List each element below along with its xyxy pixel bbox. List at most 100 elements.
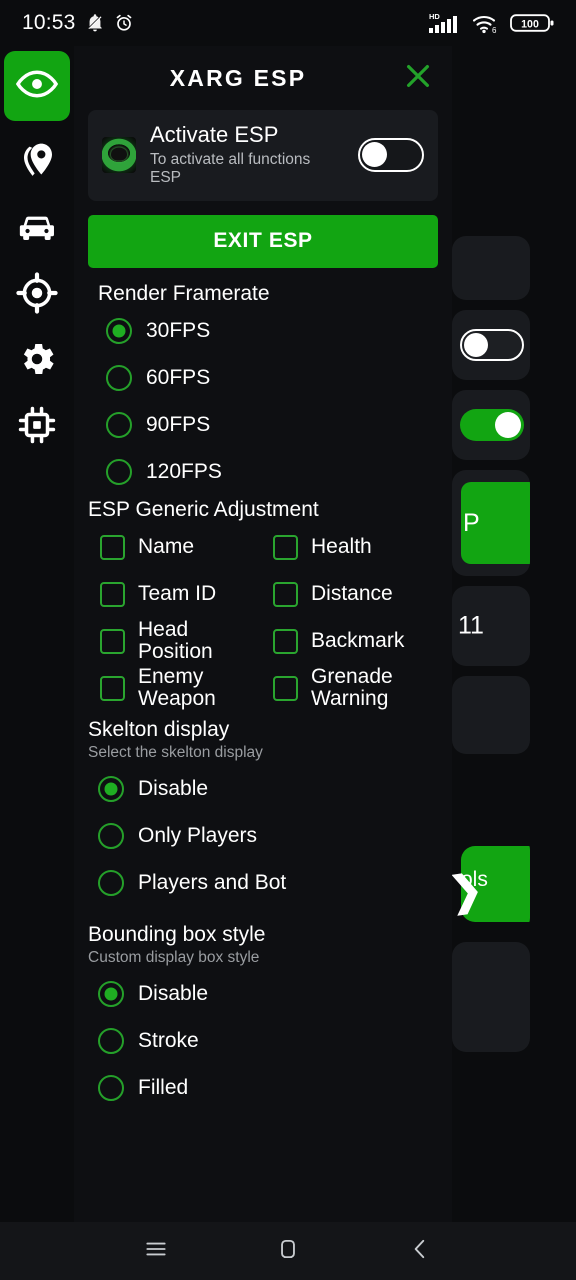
framerate-option-30[interactable]: 30FPS [88,308,438,355]
car-icon [16,206,58,253]
generic-option-health[interactable]: Health [263,524,438,571]
app-logo-icon [102,137,136,174]
menu-icon [143,1236,169,1267]
background-toggle-on[interactable] [460,409,524,441]
generic-option-label: Team ID [138,581,217,605]
checkbox-icon [273,675,298,701]
skelton-option-only-players[interactable]: Only Players [88,813,438,860]
background-card-toggle-on [452,390,530,460]
generic-option-head-position[interactable]: Head Position [88,618,263,665]
activate-esp-card: Activate ESP To activate all functions E… [88,110,438,201]
left-icon-rail [0,46,74,1222]
background-card-button: P [452,470,530,576]
system-navigation-bar [0,1222,576,1280]
gear-icon [16,338,58,385]
skelton-radio-group: Disable Only Players Players and Bot [88,766,438,907]
sidebar-item-location[interactable] [4,132,70,194]
skelton-option-disable[interactable]: Disable [88,766,438,813]
chip-icon [16,404,58,451]
framerate-option-label: 30FPS [146,319,211,343]
generic-option-backmark[interactable]: Backmark [263,618,438,665]
home-button[interactable] [258,1229,318,1273]
radio-icon [106,318,132,345]
framerate-option-90[interactable]: 90FPS [88,402,438,449]
sidebar-item-vehicle[interactable] [4,198,70,260]
generic-option-label: Backmark [311,628,405,652]
bounding-option-label: Disable [138,982,209,1006]
battery-level: 100 [521,18,539,30]
bounding-option-disable[interactable]: Disable [88,971,438,1018]
status-bar-right: HD 6 100 [428,11,556,35]
eye-icon [15,62,59,111]
wifi-icon: 6 [471,11,501,35]
radio-icon [98,1075,124,1102]
checkbox-icon [273,534,298,560]
radio-icon [106,459,132,486]
bounding-option-stroke[interactable]: Stroke [88,1018,438,1065]
generic-option-distance[interactable]: Distance [263,571,438,618]
checkbox-icon [100,581,125,607]
activate-esp-toggle[interactable] [358,138,424,173]
background-card-blank [452,676,530,754]
radio-icon [98,870,124,897]
background-green-button[interactable]: P [461,482,530,564]
generic-option-name[interactable]: Name [88,524,263,571]
background-card-tools: ❯ ols [452,836,530,932]
background-card-toggle-off [452,310,530,380]
framerate-option-120[interactable]: 120FPS [88,449,438,496]
background-toggle-off[interactable] [460,329,524,361]
sidebar-item-aim[interactable] [4,264,70,326]
crosshair-icon [16,271,58,319]
svg-text:6: 6 [492,26,497,35]
checkbox-icon [273,581,298,607]
eye-toggle-button[interactable] [4,51,70,121]
generic-option-label: Health [311,534,372,558]
activate-esp-title: Activate ESP [150,122,279,147]
recents-button[interactable] [126,1229,186,1273]
sidebar-item-settings[interactable] [4,330,70,392]
alarm-icon [114,13,134,33]
framerate-option-60[interactable]: 60FPS [88,355,438,402]
radio-icon [98,823,124,850]
background-card [452,236,530,300]
skelton-section-title: Skelton display [88,717,230,741]
bounding-option-filled[interactable]: Filled [88,1065,438,1112]
background-card-column: P 11 ❯ ols [452,46,530,1062]
bounding-section-subtitle: Custom display box style [88,948,260,966]
bounding-section-title: Bounding box style [88,922,266,946]
generic-option-label: Distance [311,581,393,605]
generic-option-label: Name [138,534,195,558]
cellular-signal-icon: HD [428,11,462,35]
screen-root: 10:53 HD 6 100 P 11 ❯ ols XARG ESP Activ… [0,0,576,1280]
close-button[interactable] [398,58,438,98]
checkbox-icon [273,628,298,654]
generic-option-grenade-warning[interactable]: Grenade Warning [263,665,438,712]
framerate-option-label: 60FPS [146,366,211,390]
skelton-option-label: Players and Bot [138,871,287,895]
mute-icon [85,13,105,33]
background-tools-button[interactable]: ❯ ols [452,846,530,922]
exit-esp-button[interactable]: EXIT ESP [88,214,438,268]
page-title: XARG ESP [169,64,307,91]
activate-esp-texts: Activate ESP To activate all functions E… [150,122,344,188]
close-icon [403,61,433,96]
sidebar-item-memory[interactable] [4,396,70,458]
bounding-option-label: Stroke [138,1029,199,1053]
framerate-section-title: Render Framerate [98,281,270,305]
background-card-text: 11 [452,586,530,666]
clock-time: 10:53 [22,11,76,34]
generic-section-title: ESP Generic Adjustment [88,497,319,521]
radio-icon [98,1028,124,1055]
radio-icon [98,981,124,1008]
back-button[interactable] [390,1229,450,1273]
activate-esp-subtitle: To activate all functions ESP [150,150,311,187]
generic-option-team-id[interactable]: Team ID [88,571,263,618]
generic-option-label: Grenade Warning [311,664,393,711]
generic-option-label: Enemy Weapon [138,664,216,711]
skelton-section-subtitle: Select the skelton display [88,743,263,761]
skelton-option-players-and-bot[interactable]: Players and Bot [88,860,438,907]
checkbox-icon [100,675,125,701]
generic-option-enemy-weapon[interactable]: Enemy Weapon [88,665,263,712]
panel-body: Activate ESP To activate all functions E… [74,110,452,1120]
